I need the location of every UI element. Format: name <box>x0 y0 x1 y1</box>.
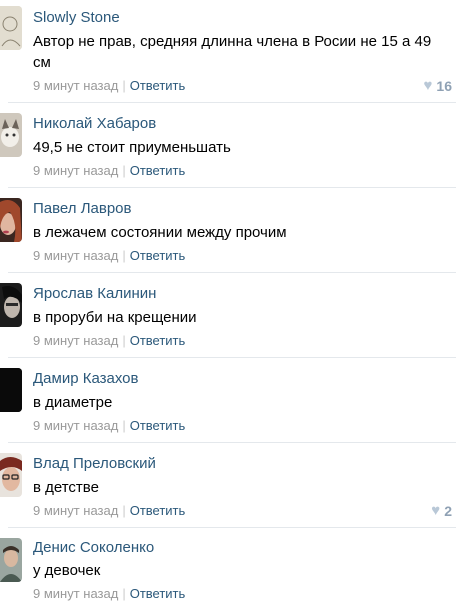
comment-text: в детстве <box>33 479 99 496</box>
avatar-sketch-icon <box>0 6 22 50</box>
comment-author[interactable]: Николай Хабаров <box>33 115 156 132</box>
avatar-black-icon <box>0 368 22 412</box>
comment-meta: 9 минут назад | Ответить <box>33 78 185 93</box>
reply-link[interactable]: Ответить <box>130 78 186 93</box>
comment-time[interactable]: 9 минут назад <box>33 248 118 263</box>
comment-text: 49,5 не стоит приуменьшать <box>33 139 231 156</box>
comment-meta: 9 минут назад | Ответить <box>33 418 185 433</box>
avatar-dark-face-icon <box>0 283 22 327</box>
meta-separator: | <box>122 163 126 178</box>
meta-separator: | <box>122 78 126 93</box>
comment-author[interactable]: Павел Лавров <box>33 200 132 217</box>
avatar[interactable] <box>0 368 22 412</box>
like-button[interactable]: ♥ 2 <box>431 502 452 519</box>
comment-time[interactable]: 9 минут назад <box>33 333 118 348</box>
comment-text: Автор не прав, средняя длинна члена в Ро… <box>33 33 432 71</box>
meta-separator: | <box>122 586 126 601</box>
avatar[interactable] <box>0 6 22 50</box>
meta-separator: | <box>122 418 126 433</box>
comment-meta: 9 минут назад | Ответить <box>33 586 185 601</box>
comment-time[interactable]: 9 минут назад <box>33 163 118 178</box>
comment-item: Павел Лавров в лежачем состоянии между п… <box>0 188 464 272</box>
heart-icon: ♥ <box>431 502 441 519</box>
comment-item: Влад Преловский в детстве 9 минут назад |… <box>0 443 464 527</box>
comment-meta: 9 минут назад | Ответить <box>33 248 185 263</box>
comment-text: у девочек <box>33 562 101 579</box>
reply-link[interactable]: Ответить <box>130 418 186 433</box>
avatar[interactable] <box>0 283 22 327</box>
comment-time[interactable]: 9 минут назад <box>33 418 118 433</box>
avatar[interactable] <box>0 198 22 242</box>
meta-separator: | <box>122 248 126 263</box>
reply-link[interactable]: Ответить <box>130 586 186 601</box>
avatar-man-icon <box>0 538 22 582</box>
reply-link[interactable]: Ответить <box>130 248 186 263</box>
comment-author[interactable]: Ярослав Калинин <box>33 285 156 302</box>
avatar-glasses-icon <box>0 453 22 497</box>
comment-text: в диаметре <box>33 394 113 411</box>
avatar-cat-icon <box>0 113 22 157</box>
reply-link[interactable]: Ответить <box>130 503 186 518</box>
comment-time[interactable]: 9 минут назад <box>33 78 118 93</box>
avatar-woman-redhead-icon <box>0 198 22 242</box>
comment-item: Дамир Казахов в диаметре 9 минут назад | О… <box>0 358 464 442</box>
comment-text: в проруби на крещении <box>33 309 197 326</box>
avatar[interactable] <box>0 538 22 582</box>
like-count: 16 <box>436 77 452 94</box>
comment-time[interactable]: 9 минут назад <box>33 586 118 601</box>
like-button[interactable]: ♥ 16 <box>424 77 452 94</box>
comment-meta: 9 минут назад | Ответить <box>33 333 185 348</box>
comment-item: Николай Хабаров 49,5 не стоит приуменьша… <box>0 103 464 187</box>
comment-author[interactable]: Денис Соколенко <box>33 539 154 556</box>
comment-item: Slowly Stone Автор не прав, средняя длин… <box>0 0 464 100</box>
comment-time[interactable]: 9 минут назад <box>33 503 118 518</box>
reply-link[interactable]: Ответить <box>130 163 186 178</box>
reply-link[interactable]: Ответить <box>130 333 186 348</box>
comment-author[interactable]: Slowly Stone <box>33 9 120 26</box>
comment-meta: 9 минут назад | Ответить <box>33 503 185 518</box>
comment-author[interactable]: Дамир Казахов <box>33 370 138 387</box>
like-count: 2 <box>444 502 452 519</box>
avatar[interactable] <box>0 113 22 157</box>
comment-text: в лежачем состоянии между прочим <box>33 224 287 241</box>
heart-icon: ♥ <box>423 77 433 94</box>
comment-item: Ярослав Калинин в проруби на крещении 9 … <box>0 273 464 357</box>
comment-meta: 9 минут назад | Ответить <box>33 163 185 178</box>
comment-author[interactable]: Влад Преловский <box>33 455 156 472</box>
meta-separator: | <box>122 503 126 518</box>
comment-item: Денис Соколенко у девочек 9 минут назад |… <box>0 528 464 604</box>
avatar[interactable] <box>0 453 22 497</box>
meta-separator: | <box>122 333 126 348</box>
